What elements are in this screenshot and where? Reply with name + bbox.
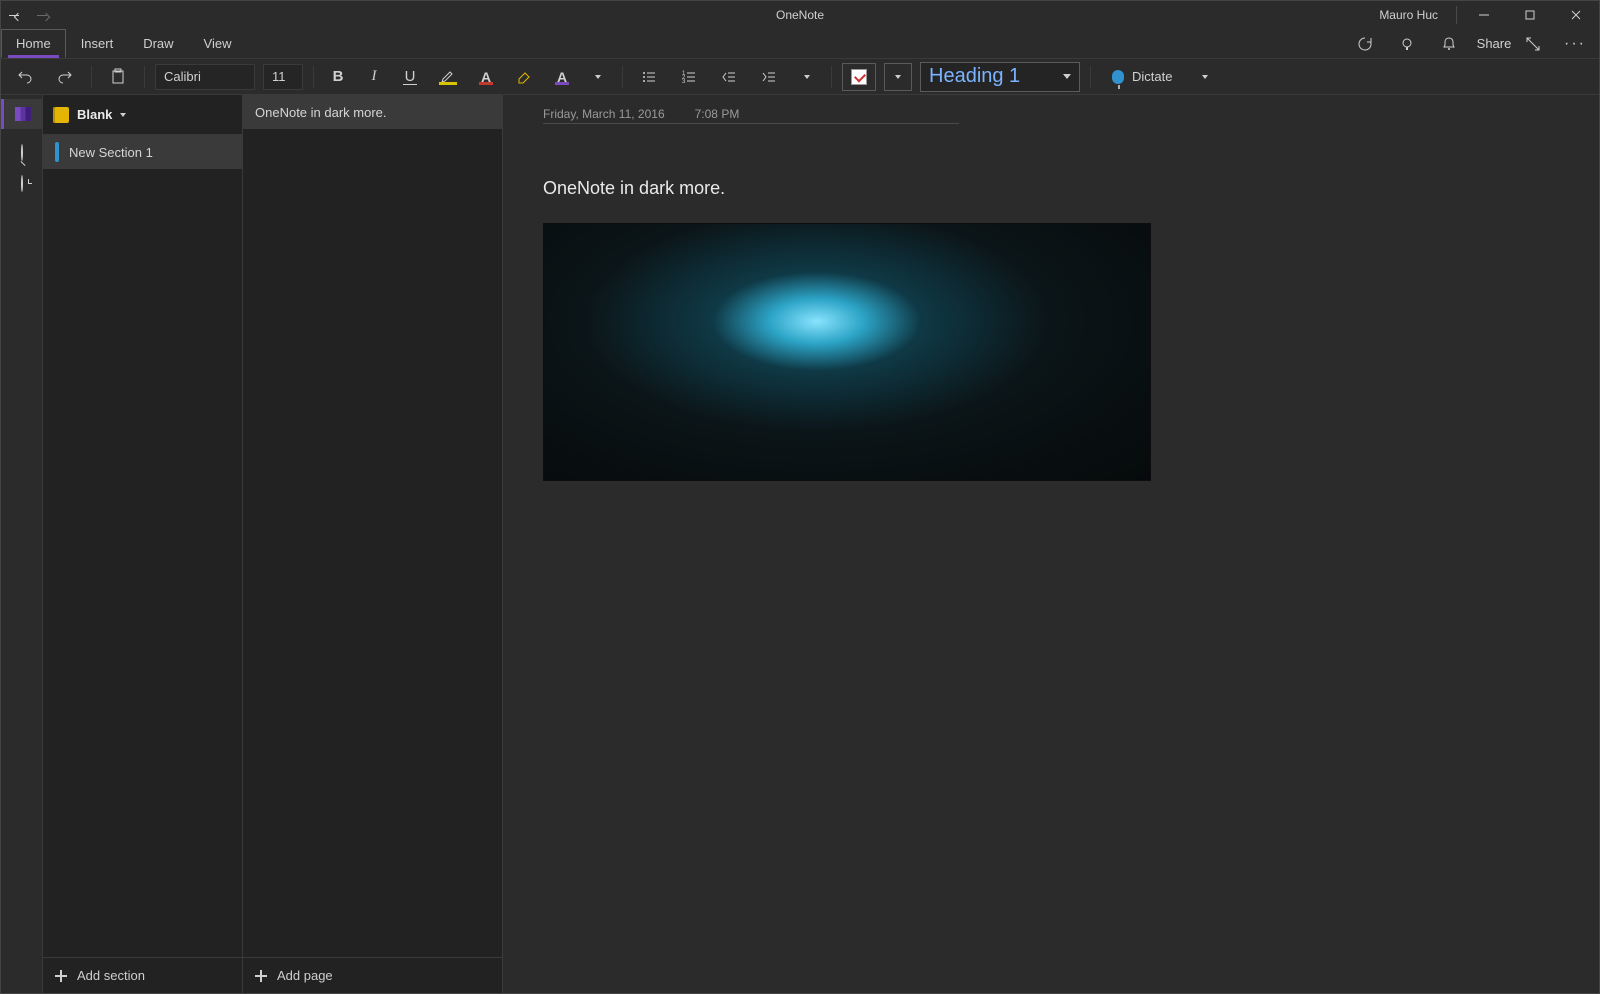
title-bar: OneNote Mauro Huc xyxy=(1,1,1599,29)
bold-button[interactable]: B xyxy=(324,63,352,91)
chevron-down-icon xyxy=(595,75,601,79)
page-body-title[interactable]: OneNote in dark more. xyxy=(543,178,1599,199)
ribbon-tabs: Home Insert Draw View Share ··· xyxy=(1,29,1599,59)
tab-draw[interactable]: Draw xyxy=(128,29,188,58)
canvas[interactable]: Friday, March 11, 2016 7:08 PM OneNote i… xyxy=(503,95,1599,993)
underline-button[interactable]: U xyxy=(396,63,424,91)
dictate-label: Dictate xyxy=(1132,69,1172,84)
indent-button[interactable] xyxy=(753,63,785,91)
panels: Blank New Section 1 Add section OneNote … xyxy=(43,95,503,993)
text-effects-button[interactable]: A xyxy=(548,63,576,91)
notebooks-icon xyxy=(15,107,31,121)
page-time: 7:08 PM xyxy=(695,107,740,121)
chevron-down-icon xyxy=(1202,75,1208,79)
style-select-value: Heading 1 xyxy=(929,65,1020,88)
app-title: OneNote xyxy=(1,8,1599,22)
chevron-down-icon xyxy=(895,75,901,79)
tips-icon[interactable] xyxy=(1393,30,1421,58)
tag-dropdown-button[interactable] xyxy=(884,63,912,91)
svg-text:3: 3 xyxy=(682,79,686,85)
chevron-down-icon xyxy=(804,75,810,79)
paragraph-more-button[interactable] xyxy=(793,63,821,91)
notebook-swatch-icon xyxy=(53,107,69,123)
clear-format-button[interactable] xyxy=(508,63,540,91)
user-name[interactable]: Mauro Huc xyxy=(1365,8,1452,22)
inserted-image[interactable] xyxy=(543,223,1151,481)
chevron-down-icon xyxy=(1063,74,1071,79)
page-date: Friday, March 11, 2016 xyxy=(543,107,665,121)
notebook-name: Blank xyxy=(77,107,112,122)
add-page-button[interactable]: Add page xyxy=(243,957,502,993)
sections-panel: Blank New Section 1 Add section xyxy=(43,95,243,993)
appbar-search[interactable] xyxy=(21,145,23,160)
add-page-label: Add page xyxy=(277,968,333,983)
pages-panel: OneNote in dark more. Add page xyxy=(243,95,503,993)
share-label: Share xyxy=(1477,36,1512,51)
notebook-header[interactable]: Blank xyxy=(43,95,242,135)
clipboard-button[interactable] xyxy=(102,63,134,91)
main-area: Blank New Section 1 Add section OneNote … xyxy=(1,95,1599,993)
section-item[interactable]: New Section 1 xyxy=(43,135,242,169)
highlight-button[interactable] xyxy=(432,63,464,91)
page-meta: Friday, March 11, 2016 7:08 PM xyxy=(543,107,959,124)
font-size-input[interactable]: 11 xyxy=(263,64,303,90)
forward-button xyxy=(37,8,49,23)
font-color-button[interactable]: A xyxy=(472,63,500,91)
sync-icon[interactable] xyxy=(1351,30,1379,58)
dictate-dropdown-button[interactable] xyxy=(1191,63,1219,91)
page-label: OneNote in dark more. xyxy=(255,105,387,120)
todo-check-icon xyxy=(851,69,867,85)
app-bar xyxy=(1,95,43,993)
chevron-down-icon xyxy=(120,113,126,117)
section-label: New Section 1 xyxy=(69,145,153,160)
numbered-list-button[interactable]: 123 xyxy=(673,63,705,91)
dictate-button[interactable]: Dictate xyxy=(1101,63,1183,91)
undo-button[interactable] xyxy=(9,63,41,91)
plus-icon xyxy=(255,970,267,982)
recent-icon xyxy=(21,175,23,192)
tab-view[interactable]: View xyxy=(189,29,247,58)
outdent-button[interactable] xyxy=(713,63,745,91)
ribbon: Calibri 11 B I U A A 123 Heading 1 xyxy=(1,59,1599,95)
maximize-button[interactable] xyxy=(1507,1,1553,29)
redo-button[interactable] xyxy=(49,63,81,91)
todo-tag-button[interactable] xyxy=(842,63,876,91)
notifications-icon[interactable] xyxy=(1435,30,1463,58)
style-select[interactable]: Heading 1 xyxy=(920,62,1080,92)
eraser-icon xyxy=(515,68,533,86)
font-name-input[interactable]: Calibri xyxy=(155,64,255,90)
tab-insert[interactable]: Insert xyxy=(66,29,129,58)
bullet-list-button[interactable] xyxy=(633,63,665,91)
divider xyxy=(1456,6,1457,24)
back-button[interactable] xyxy=(9,8,21,23)
search-icon xyxy=(21,144,23,161)
italic-button[interactable]: I xyxy=(360,63,388,91)
font-more-button[interactable] xyxy=(584,63,612,91)
more-icon[interactable]: ··· xyxy=(1561,30,1589,58)
add-section-label: Add section xyxy=(77,968,145,983)
appbar-recent[interactable] xyxy=(21,176,23,191)
microphone-icon xyxy=(1112,70,1124,84)
page-item[interactable]: OneNote in dark more. xyxy=(243,95,502,129)
close-button[interactable] xyxy=(1553,1,1599,29)
tab-home[interactable]: Home xyxy=(1,29,66,58)
fullscreen-icon[interactable] xyxy=(1519,30,1547,58)
share-button[interactable]: Share xyxy=(1477,30,1505,58)
add-section-button[interactable]: Add section xyxy=(43,957,242,993)
plus-icon xyxy=(55,970,67,982)
minimize-button[interactable] xyxy=(1461,1,1507,29)
appbar-notebooks[interactable] xyxy=(1,99,42,129)
